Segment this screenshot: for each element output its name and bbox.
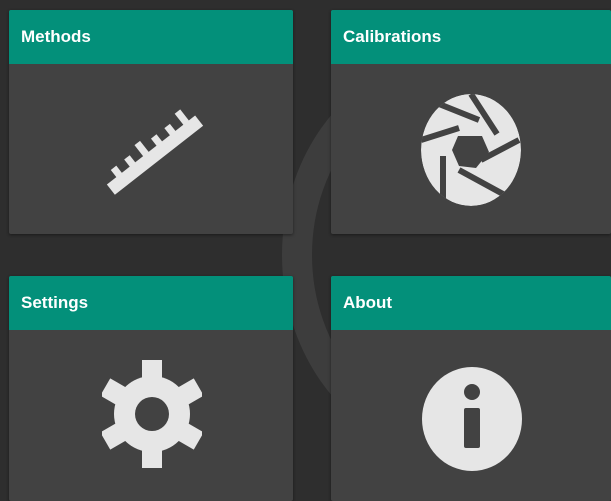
calibrations-tile[interactable]: Calibrations [331,10,611,234]
info-icon [422,367,522,471]
about-tile-title: About [331,276,611,330]
settings-tile[interactable]: Settings [9,276,293,501]
settings-tile-title: Settings [9,276,293,330]
aperture-icon [421,94,521,206]
methods-tile[interactable]: Methods [9,10,293,234]
methods-tile-title: Methods [9,10,293,64]
about-tile[interactable]: About [331,276,611,501]
gear-icon [102,360,202,468]
ruler-icon [106,109,204,195]
calibrations-tile-title: Calibrations [331,10,611,64]
